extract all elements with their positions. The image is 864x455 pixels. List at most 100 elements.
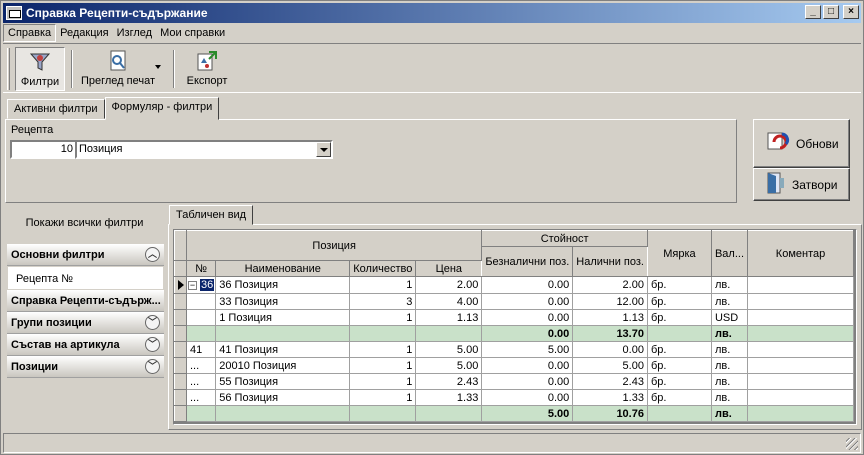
chevron-down-icon[interactable]: ﹀ bbox=[145, 359, 160, 374]
resize-grip[interactable] bbox=[846, 438, 858, 450]
cell-cashless[interactable]: 0.00 bbox=[481, 389, 574, 406]
header-name[interactable]: Наименование bbox=[215, 260, 351, 277]
header-cash[interactable]: Налични поз. bbox=[572, 246, 648, 277]
cell-number[interactable]: ... bbox=[185, 357, 217, 374]
cell-quantity[interactable]: 1 bbox=[349, 276, 417, 294]
cell-price[interactable]: 4.00 bbox=[415, 293, 483, 310]
cell-number[interactable]: −36 bbox=[185, 276, 217, 294]
cell-currency[interactable]: лв. bbox=[710, 405, 749, 422]
cell-number[interactable]: ... bbox=[185, 389, 217, 406]
cell-unit[interactable]: бр. bbox=[646, 276, 712, 294]
table-row[interactable]: 33 Позиция 3 4.00 0.00 12.00 бр. лв. bbox=[174, 293, 855, 310]
toolbar-grip[interactable] bbox=[7, 48, 10, 90]
summary-row[interactable]: 0.00 13.70 лв. bbox=[174, 325, 855, 342]
table-row[interactable]: 1 Позиция 1 1.13 0.00 1.13 бр. USD bbox=[174, 309, 855, 326]
chevron-down-icon[interactable] bbox=[155, 65, 161, 69]
cell-unit[interactable] bbox=[646, 405, 712, 422]
filter-item-recipe-no[interactable]: Рецепта № bbox=[7, 266, 164, 290]
cell-number[interactable]: ... bbox=[185, 373, 217, 390]
header-position[interactable]: Позиция bbox=[185, 230, 483, 261]
cell-currency[interactable]: USD bbox=[710, 309, 749, 326]
cell-currency[interactable]: лв. bbox=[710, 389, 749, 406]
cell-quantity[interactable] bbox=[349, 325, 417, 342]
minimize-button[interactable]: _ bbox=[805, 5, 821, 19]
cell-currency[interactable]: лв. bbox=[710, 341, 749, 358]
cell-price[interactable]: 2.00 bbox=[415, 276, 483, 294]
close-window-button[interactable]: × bbox=[843, 5, 859, 19]
chevron-down-icon[interactable] bbox=[316, 142, 331, 157]
group-positions[interactable]: Позиции ﹀ bbox=[7, 356, 164, 378]
header-price[interactable]: Цена bbox=[415, 260, 483, 277]
cell-cash[interactable]: 0.00 bbox=[572, 341, 648, 358]
show-all-filters-link[interactable]: Покажи всички филтри bbox=[3, 207, 166, 239]
group-position-groups[interactable]: Групи позиции ﹀ bbox=[7, 312, 164, 334]
cell-name[interactable]: 55 Позиция bbox=[215, 373, 351, 390]
group-main-filters[interactable]: Основни филтри ︿ bbox=[7, 244, 164, 266]
header-number[interactable]: № bbox=[185, 260, 217, 277]
cell-price[interactable]: 1.13 bbox=[415, 309, 483, 326]
refresh-button[interactable]: Обнови bbox=[753, 119, 850, 168]
cell-cashless[interactable]: 0.00 bbox=[481, 373, 574, 390]
cell-unit[interactable]: бр. bbox=[646, 309, 712, 326]
cell-unit[interactable]: бр. bbox=[646, 373, 712, 390]
tab-filter-form[interactable]: Формуляр - филтри bbox=[104, 97, 220, 120]
summary-row[interactable]: 5.00 10.76 лв. bbox=[174, 405, 855, 422]
cell-cash[interactable]: 12.00 bbox=[572, 293, 648, 310]
cell-price[interactable]: 5.00 bbox=[415, 357, 483, 374]
app-icon[interactable] bbox=[6, 6, 22, 20]
tab-table-view[interactable]: Табличен вид bbox=[169, 205, 254, 225]
cell-comment[interactable] bbox=[747, 405, 855, 422]
cell-name[interactable] bbox=[215, 325, 351, 342]
header-quantity[interactable]: Количество bbox=[349, 260, 417, 277]
title-bar[interactable]: Справка Рецепти-съдържание _ □ × bbox=[3, 3, 861, 23]
cell-unit[interactable] bbox=[646, 325, 712, 342]
cell-name[interactable]: 36 Позиция bbox=[215, 276, 351, 294]
cell-comment[interactable] bbox=[747, 357, 855, 374]
cell-number[interactable] bbox=[185, 293, 217, 310]
cell-cash[interactable]: 2.43 bbox=[572, 373, 648, 390]
cell-number[interactable] bbox=[185, 325, 217, 342]
cell-cash[interactable]: 1.33 bbox=[572, 389, 648, 406]
cell-cashless[interactable]: 0.00 bbox=[481, 325, 574, 342]
group-article-composition[interactable]: Състав на артикула ﹀ bbox=[7, 334, 164, 356]
tab-active-filters[interactable]: Активни филтри bbox=[7, 99, 105, 119]
cell-comment[interactable] bbox=[747, 325, 855, 342]
cell-name[interactable]: 1 Позиция bbox=[215, 309, 351, 326]
cell-number[interactable] bbox=[185, 405, 217, 422]
cell-currency[interactable]: лв. bbox=[710, 293, 749, 310]
table-row[interactable]: 41 41 Позиция 1 5.00 5.00 0.00 бр. лв. bbox=[174, 341, 855, 358]
cell-comment[interactable] bbox=[747, 293, 855, 310]
cell-cash[interactable]: 2.00 bbox=[572, 276, 648, 294]
table-row[interactable]: ... 56 Позиция 1 1.33 0.00 1.33 бр. лв. bbox=[174, 389, 855, 406]
cell-currency[interactable]: лв. bbox=[710, 357, 749, 374]
cell-cash[interactable]: 5.00 bbox=[572, 357, 648, 374]
cell-price[interactable] bbox=[415, 405, 483, 422]
chevron-up-icon[interactable]: ︿ bbox=[145, 247, 160, 262]
cell-cashless[interactable]: 5.00 bbox=[481, 341, 574, 358]
chevron-down-icon[interactable]: ﹀ bbox=[145, 315, 160, 330]
cell-name[interactable]: 20010 Позиция bbox=[215, 357, 351, 374]
cell-price[interactable]: 1.33 bbox=[415, 389, 483, 406]
cell-currency[interactable]: лв. bbox=[710, 325, 749, 342]
cell-unit[interactable]: бр. bbox=[646, 293, 712, 310]
menu-my-reports[interactable]: Мои справки bbox=[156, 24, 229, 42]
cell-currency[interactable]: лв. bbox=[710, 276, 749, 294]
maximize-button[interactable]: □ bbox=[823, 5, 839, 19]
header-comment[interactable]: Коментар bbox=[747, 230, 855, 277]
cell-comment[interactable] bbox=[747, 276, 855, 294]
cell-quantity[interactable] bbox=[349, 405, 417, 422]
table-row[interactable]: −36 36 Позиция 1 2.00 0.00 2.00 бр. лв. bbox=[174, 276, 855, 294]
header-currency[interactable]: Вал... bbox=[710, 230, 749, 277]
cell-quantity[interactable]: 1 bbox=[349, 309, 417, 326]
cell-name[interactable] bbox=[215, 405, 351, 422]
cell-quantity[interactable]: 3 bbox=[349, 293, 417, 310]
filters-button[interactable]: Филтри bbox=[15, 47, 65, 91]
print-preview-button[interactable]: Преглед печат bbox=[77, 47, 161, 91]
recipe-name-select[interactable]: Позиция bbox=[75, 140, 333, 159]
cell-quantity[interactable]: 1 bbox=[349, 373, 417, 390]
cell-comment[interactable] bbox=[747, 341, 855, 358]
cell-cash[interactable]: 13.70 bbox=[572, 325, 648, 342]
cell-cashless[interactable]: 0.00 bbox=[481, 276, 574, 294]
cell-cash[interactable]: 10.76 bbox=[572, 405, 648, 422]
cell-number[interactable] bbox=[185, 309, 217, 326]
